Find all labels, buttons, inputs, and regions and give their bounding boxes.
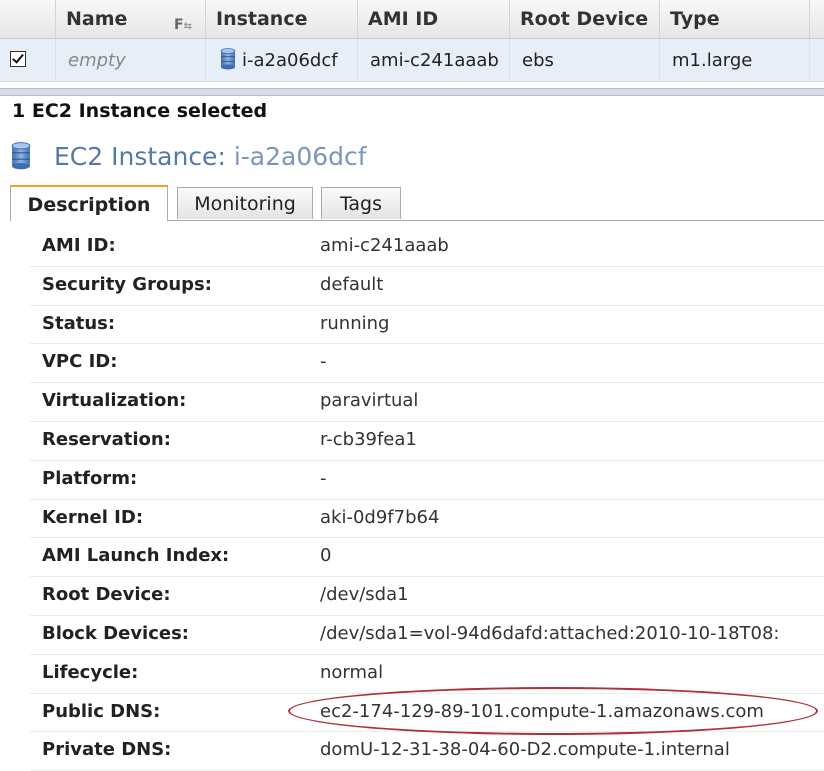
detail-value[interactable]: ec2-174-129-89-101.compute-1.amazonaws.c… — [320, 701, 764, 722]
row-root-device-cell[interactable]: ebs — [510, 39, 660, 81]
detail-row-block-devices: Block Devices: /dev/sda1=vol-94d6dafd:at… — [30, 616, 824, 655]
detail-label: Private DNS: — [42, 739, 172, 761]
tab-description[interactable]: Description — [10, 185, 168, 221]
detail-row-security-groups: Security Groups: default — [30, 267, 824, 306]
detail-row-reservation: Reservation: r-cb39fea1 — [30, 422, 824, 461]
instances-grid: Name F⇆ Instance AMI ID Root Device Type… — [0, 0, 824, 88]
detail-value: running — [320, 312, 390, 334]
detail-label: Platform: — [42, 467, 138, 489]
detail-title-value: i-a2a06dcf — [233, 141, 367, 171]
database-icon — [220, 48, 236, 70]
column-header-type[interactable]: Type — [660, 0, 810, 38]
column-header-type-label: Type — [670, 8, 720, 30]
detail-label: Reservation: — [42, 428, 171, 450]
detail-value[interactable]: domU-12-31-38-04-60-D2.compute-1.interna… — [320, 739, 730, 760]
table-row[interactable]: empty i-a2a06dcf ami-c241aaab ebs m1.lar… — [0, 39, 824, 82]
detail-label: Status: — [42, 312, 116, 334]
row-instance-label: i-a2a06dcf — [242, 50, 338, 71]
row-type-cell[interactable]: m1.large — [660, 39, 810, 81]
description-panel: AMI ID: ami-c241aaab Security Groups: de… — [30, 228, 824, 771]
detail-label: Public DNS: — [42, 700, 161, 722]
detail-row-ami-id: AMI ID: ami-c241aaab — [30, 228, 824, 267]
detail-row-platform: Platform: - — [30, 461, 824, 500]
column-header-root-device[interactable]: Root Device — [510, 0, 660, 38]
detail-value: aki-0d9f7b64 — [320, 506, 440, 528]
database-icon — [11, 142, 31, 170]
column-header-select[interactable] — [0, 0, 56, 38]
column-header-ami-id-label: AMI ID — [368, 8, 439, 30]
detail-label: Virtualization: — [42, 390, 187, 412]
detail-value: default — [320, 273, 384, 295]
detail-value: /dev/sda1 — [320, 584, 409, 606]
detail-label: Lifecycle: — [42, 661, 139, 683]
row-name-cell[interactable]: empty — [56, 39, 206, 81]
panel-splitter[interactable] — [0, 88, 824, 96]
detail-row-ami-launch-index: AMI Launch Index: 0 — [30, 538, 824, 578]
detail-value: normal — [320, 661, 384, 683]
selection-count: 1 EC2 Instance selected — [12, 100, 268, 122]
detail-value: 0 — [320, 545, 332, 567]
detail-row-virtualization: Virtualization: paravirtual — [30, 383, 824, 422]
detail-value: /dev/sda1=vol-94d6dafd:attached:2010-10-… — [320, 622, 780, 644]
detail-row-public-dns: Public DNS: ec2-174-129-89-101.compute-1… — [30, 694, 824, 733]
detail-value: ami-c241aaab — [320, 235, 449, 256]
column-header-name-label: Name — [66, 8, 128, 30]
row-ami-id-cell[interactable]: ami-c241aaab — [358, 39, 510, 81]
detail-value: r-cb39fea1 — [320, 428, 417, 450]
checkbox-checked-icon[interactable] — [10, 51, 26, 67]
detail-row-private-dns: Private DNS: domU-12-31-38-04-60-D2.comp… — [30, 732, 824, 771]
detail-row-root-device: Root Device: /dev/sda1 — [30, 577, 824, 616]
detail-value: - — [320, 351, 327, 373]
detail-title: EC2 Instance: i-a2a06dcf — [10, 140, 367, 172]
detail-row-kernel-id: Kernel ID: aki-0d9f7b64 — [30, 500, 824, 539]
detail-label: Kernel ID: — [42, 506, 144, 528]
tab-monitoring[interactable]: Monitoring — [177, 187, 313, 219]
detail-title-prefix: EC2 Instance: — [54, 141, 226, 171]
column-header-name[interactable]: Name F⇆ — [56, 0, 206, 38]
detail-row-lifecycle: Lifecycle: normal — [30, 655, 824, 694]
column-header-instance-label: Instance — [216, 8, 308, 30]
detail-label: AMI Launch Index: — [42, 545, 230, 567]
column-header-overflow — [810, 0, 824, 38]
detail-value: paravirtual — [320, 390, 419, 412]
detail-label: Root Device: — [42, 584, 171, 606]
row-select-cell[interactable] — [0, 39, 56, 81]
row-instance-cell[interactable]: i-a2a06dcf — [206, 39, 358, 81]
detail-title-text: EC2 Instance: i-a2a06dcf — [54, 142, 367, 171]
grid-header: Name F⇆ Instance AMI ID Root Device Type — [0, 0, 824, 39]
detail-row-status: Status: running — [30, 306, 824, 345]
detail-label: Block Devices: — [42, 622, 190, 644]
detail-label: AMI ID: — [42, 235, 116, 256]
detail-value: - — [320, 467, 327, 489]
column-header-ami-id[interactable]: AMI ID — [358, 0, 510, 38]
detail-label: VPC ID: — [42, 351, 118, 373]
column-header-instance[interactable]: Instance — [206, 0, 358, 38]
tab-tags[interactable]: Tags — [321, 187, 401, 219]
column-header-root-device-label: Root Device — [520, 8, 649, 30]
detail-label: Security Groups: — [42, 273, 212, 295]
detail-row-vpc-id: VPC ID: - — [30, 344, 824, 384]
